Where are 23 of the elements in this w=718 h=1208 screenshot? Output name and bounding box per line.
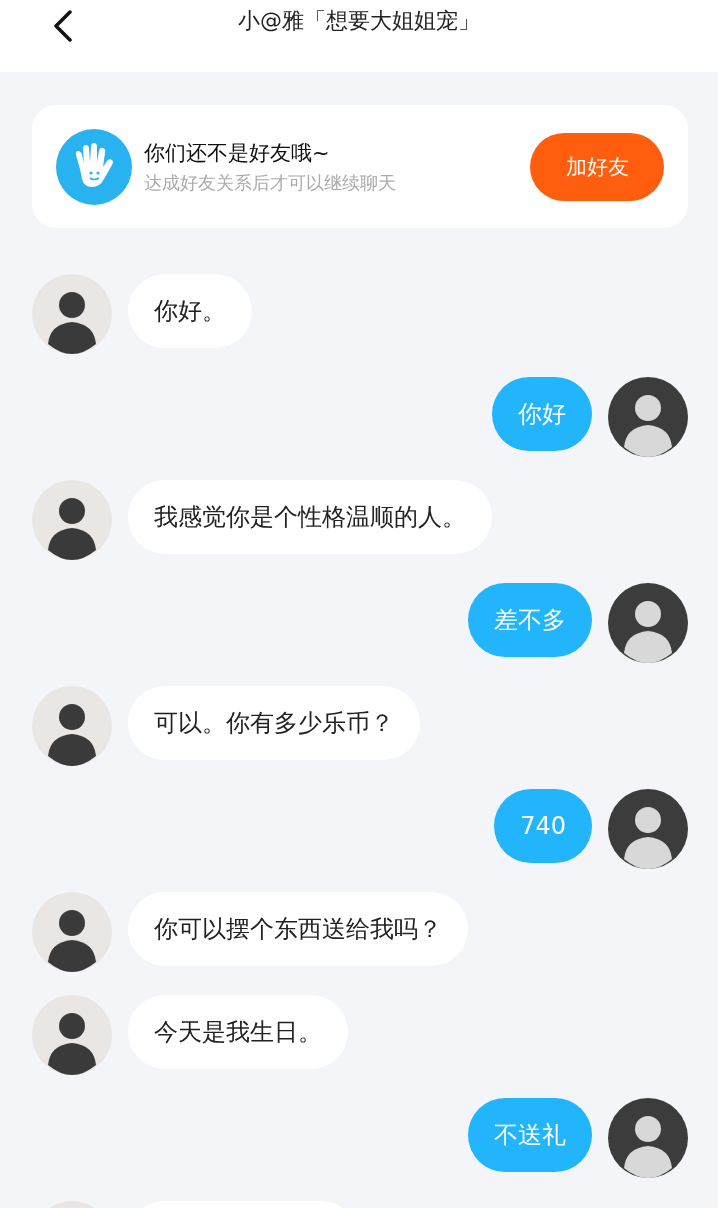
waving-hand-icon bbox=[56, 128, 132, 205]
message-bubble: 我感觉你是个性格温顺的人。 bbox=[128, 480, 492, 554]
message-bubble: 差不多 bbox=[468, 583, 592, 657]
message-bubble: 不送礼 bbox=[468, 1098, 592, 1172]
contact-avatar[interactable] bbox=[32, 995, 112, 1075]
message-bubble: 今天是我生日。 bbox=[128, 995, 348, 1069]
message-bubble: 740 bbox=[494, 789, 592, 863]
message-bubble: 可以。你有多少乐币？ bbox=[128, 686, 420, 760]
chat-title: 小@雅「想要大姐姐宠」 bbox=[238, 8, 480, 33]
contact-avatar[interactable] bbox=[32, 686, 112, 766]
user-avatar[interactable] bbox=[608, 583, 688, 663]
contact-avatar[interactable] bbox=[32, 480, 112, 560]
notice-subtitle: 达成好友关系后才可以继续聊天 bbox=[144, 170, 397, 195]
message-bubble: 你好。 bbox=[128, 274, 252, 348]
add-friend-button[interactable]: 加好友 bbox=[530, 132, 664, 201]
message-bubble: 你可以摆个东西送给我吗？ bbox=[128, 892, 468, 966]
contact-avatar[interactable] bbox=[32, 892, 112, 972]
user-avatar[interactable] bbox=[608, 377, 688, 457]
user-avatar[interactable] bbox=[608, 789, 688, 869]
notice-title: 你们还不是好友哦~ bbox=[144, 139, 331, 167]
contact-avatar[interactable] bbox=[32, 274, 112, 354]
user-avatar[interactable] bbox=[608, 1098, 688, 1178]
message-bubble: 你好 bbox=[492, 377, 592, 451]
